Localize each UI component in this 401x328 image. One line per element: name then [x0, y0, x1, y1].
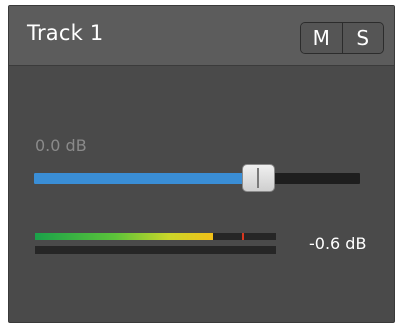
level-meter-left — [35, 233, 276, 240]
thumb-grip-icon — [257, 168, 259, 188]
level-meter-fill — [35, 233, 213, 240]
gain-value-label: 0.0 dB — [35, 136, 87, 155]
solo-button[interactable]: S — [342, 23, 383, 53]
level-readout: -0.6 dB — [309, 234, 367, 253]
track-title: Track 1 — [27, 21, 104, 45]
track-panel: Track 1 M S 0.0 dB -0.6 dB — [8, 5, 395, 323]
track-header: Track 1 M S — [9, 6, 394, 66]
gain-slider-fill — [34, 173, 259, 184]
gain-slider-track[interactable] — [34, 173, 360, 184]
peak-indicator — [242, 233, 244, 240]
gain-slider-thumb[interactable] — [242, 164, 275, 192]
mute-button[interactable]: M — [301, 23, 343, 53]
level-meter-right — [35, 246, 276, 254]
mute-solo-group: M S — [300, 22, 384, 54]
